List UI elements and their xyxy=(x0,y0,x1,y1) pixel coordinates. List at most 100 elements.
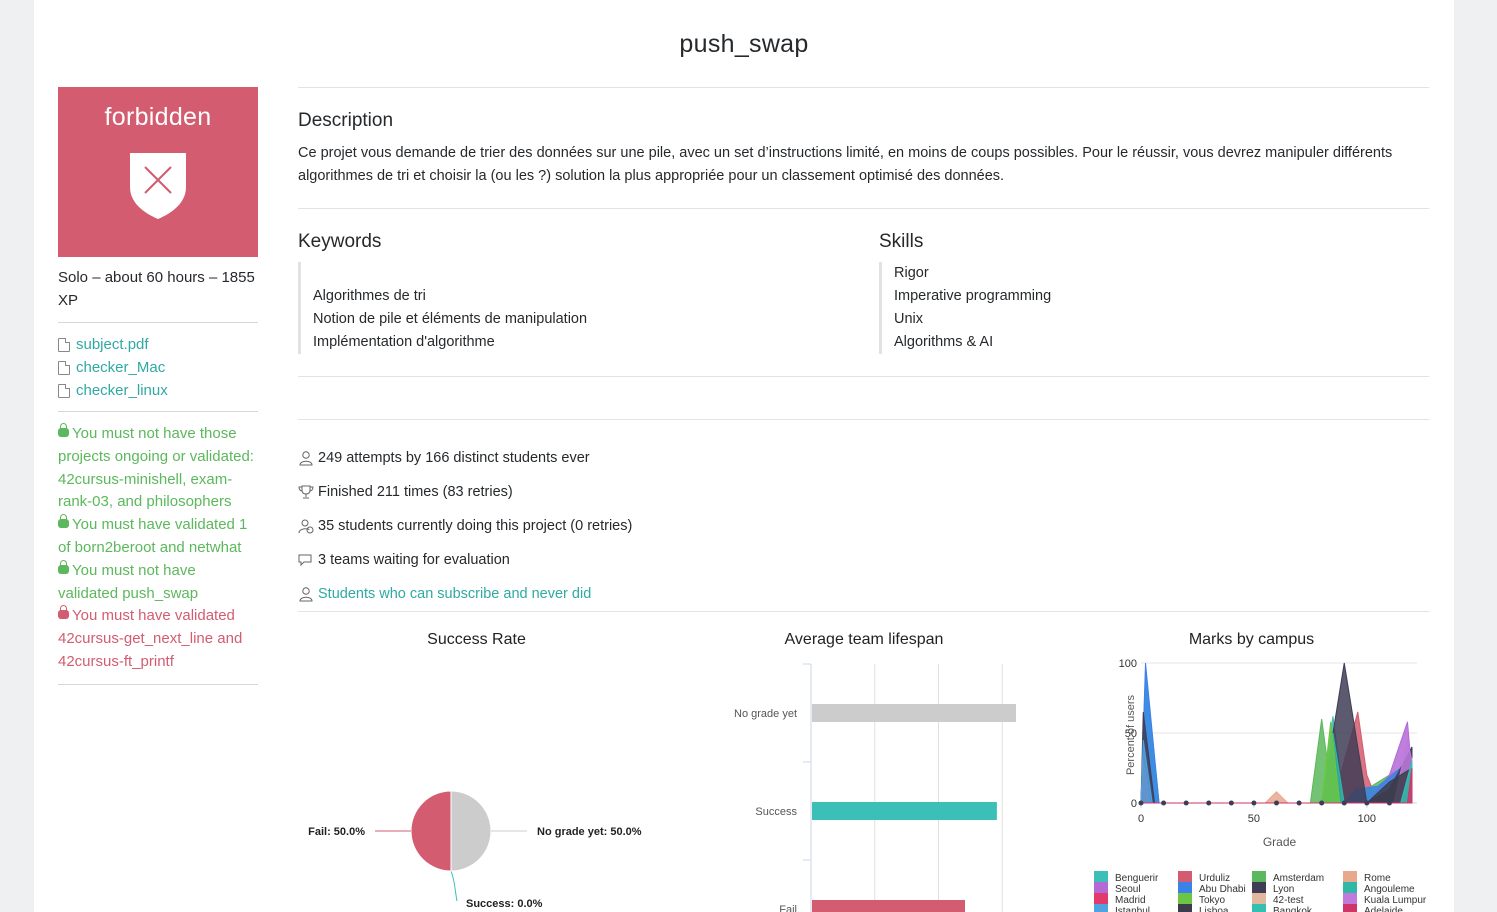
bar xyxy=(812,802,997,820)
skill-item: Unix xyxy=(894,311,924,327)
point-marker xyxy=(1228,800,1234,806)
divider xyxy=(58,322,258,323)
legend-label: Madrid xyxy=(1115,895,1146,906)
requirement-item: You must not have validated push_swap xyxy=(58,559,258,606)
point-marker xyxy=(1206,800,1212,806)
legend-label: Urduliz xyxy=(1199,873,1230,884)
shield-icon xyxy=(130,153,186,219)
bar xyxy=(812,704,1016,722)
x-tick-label: 50 xyxy=(1248,813,1260,825)
skill-item: Rigor xyxy=(894,265,929,281)
pie-label: Success: 0.0% xyxy=(466,898,543,910)
skills-heading: Skills xyxy=(879,231,924,252)
divider xyxy=(298,208,1429,209)
skill-item: Imperative programming xyxy=(894,288,1052,304)
unlocked-icon xyxy=(58,559,69,574)
stat-text: 249 attempts by 166 distinct students ev… xyxy=(318,450,590,466)
attachment-link-subject[interactable]: subject.pdf xyxy=(76,333,149,356)
attachments-list: subject.pdf checker_Mac checker_linux xyxy=(58,333,258,402)
unlocked-icon xyxy=(58,423,69,437)
pie-label: No grade yet: 50.0% xyxy=(537,826,642,838)
keywords-heading: Keywords xyxy=(298,231,382,252)
attachment-item[interactable]: checker_linux xyxy=(58,379,258,402)
user-icon xyxy=(299,587,313,602)
legend-swatch xyxy=(1178,893,1192,905)
lifespan-title: Average team lifespan xyxy=(784,631,944,648)
point-marker xyxy=(1274,800,1279,806)
legend-label: Rome xyxy=(1364,873,1391,884)
category-label: Success xyxy=(755,806,797,818)
requirement-text: You must not have those projects ongoing… xyxy=(58,425,254,511)
file-icon xyxy=(58,383,70,398)
category-label: Fail xyxy=(779,904,797,912)
attachment-item[interactable]: subject.pdf xyxy=(58,333,258,356)
point-marker xyxy=(1296,800,1302,806)
file-icon xyxy=(58,360,70,375)
x-axis-label: Grade xyxy=(1263,835,1297,849)
requirement-item: You must not have those projects ongoing… xyxy=(58,423,258,514)
stat-text: 35 students currently doing this project… xyxy=(318,518,633,534)
divider xyxy=(298,376,1429,377)
description-heading: Description xyxy=(298,110,394,131)
x-tick-label: 100 xyxy=(1358,813,1376,825)
legend-label: Kuala Lumpur xyxy=(1364,895,1427,906)
x-tick-label: 0 xyxy=(1138,813,1144,825)
keyword-item: Algorithmes de tri xyxy=(313,288,426,304)
keywords-list: Algorithmes de tri Notion de pile et élé… xyxy=(298,262,587,354)
stat-text: 3 teams waiting for evaluation xyxy=(318,552,510,568)
success-rate-chart: No grade yet: 50.0% Success: 0.0% Fail: 50… xyxy=(308,790,642,910)
project-page: push_swap forbidden Solo – about 60 hour… xyxy=(34,0,1454,912)
attachment-item[interactable]: checker_Mac xyxy=(58,356,258,379)
y-tick-label: 0 xyxy=(1131,798,1137,810)
marks-title: Marks by campus xyxy=(1188,631,1315,648)
legend-label: Benguerir xyxy=(1115,873,1159,884)
legend-swatch xyxy=(1343,893,1357,905)
keyword-item: Notion de pile et éléments de manipulati… xyxy=(313,311,588,327)
trophy-icon xyxy=(298,485,314,499)
legend-swatch xyxy=(1252,882,1266,894)
user-clock-icon xyxy=(298,519,314,534)
attachment-link-checker-linux[interactable]: checker_linux xyxy=(76,379,168,402)
stat-waiting: 3 teams waiting for evaluation xyxy=(298,543,632,577)
category-label: No grade yet xyxy=(734,708,797,720)
legend-label: Adelaide xyxy=(1364,906,1403,912)
requirement-text: You must have validated 42cursus-get_nex… xyxy=(58,607,243,670)
bar xyxy=(812,900,965,912)
legend-swatch xyxy=(1094,882,1108,894)
divider xyxy=(298,419,1429,420)
unlocked-icon xyxy=(58,514,69,529)
legend-label: Lisboa xyxy=(1199,906,1229,912)
attachment-link-checker-mac[interactable]: checker_Mac xyxy=(76,356,165,379)
legend-swatch xyxy=(1252,904,1266,912)
divider xyxy=(58,411,258,412)
subscribe-link[interactable]: Students who can subscribe and never did xyxy=(318,586,591,602)
stat-attempts: 249 attempts by 166 distinct students ev… xyxy=(298,441,632,475)
badge-label: forbidden xyxy=(104,103,212,131)
legend-swatch xyxy=(1094,893,1108,905)
pie-label: Fail: 50.0% xyxy=(308,826,365,838)
forbidden-badge: forbidden xyxy=(58,87,258,257)
legend-swatch xyxy=(1178,871,1192,883)
stat-subscribe[interactable]: Students who can subscribe and never did xyxy=(298,577,632,611)
description-text: Ce projet vous demande de trier des donn… xyxy=(298,145,1393,184)
lifespan-chart: No grade yet Success Fail xyxy=(734,663,1016,912)
legend-swatch xyxy=(1094,871,1108,883)
legend-label: Istanbul xyxy=(1115,906,1150,912)
divider xyxy=(298,611,1429,612)
legend-swatch xyxy=(1178,904,1192,912)
legend-swatch xyxy=(1343,904,1357,912)
y-tick-label: 100 xyxy=(1119,658,1137,670)
point-marker xyxy=(1251,800,1257,806)
legend-label: Angouleme xyxy=(1364,884,1415,895)
point-marker xyxy=(1138,800,1144,806)
stats-list: 249 attempts by 166 distinct students ev… xyxy=(298,441,632,611)
page-title: push_swap xyxy=(679,30,809,58)
y-axis-label: Percent of users xyxy=(1125,694,1137,775)
file-icon xyxy=(58,337,70,352)
user-icon xyxy=(299,451,313,466)
legend-label: 42-test xyxy=(1273,895,1304,906)
keyword-item xyxy=(313,262,587,285)
legend-label: Lyon xyxy=(1273,884,1294,895)
legend-swatch xyxy=(1252,893,1266,905)
pie-slice xyxy=(450,790,492,872)
